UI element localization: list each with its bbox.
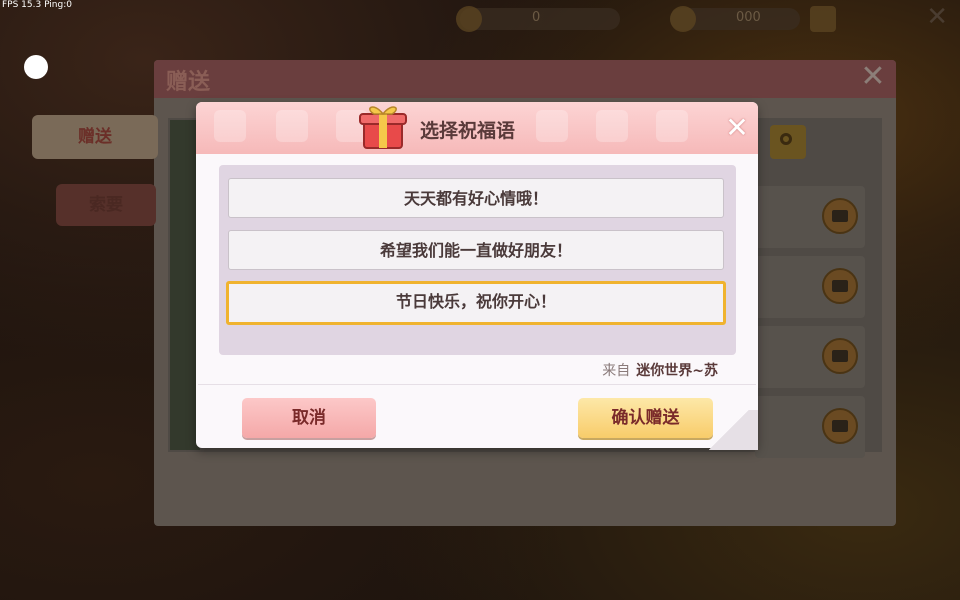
dialog-title: 选择祝福语 xyxy=(420,120,516,142)
gift-panel-header xyxy=(154,60,896,98)
send-gift-icon[interactable] xyxy=(822,268,858,304)
dialog-close-icon[interactable]: ✕ xyxy=(722,113,752,143)
gift-box-icon xyxy=(359,106,407,149)
currency-value-1: 0 xyxy=(532,10,541,25)
tab-give[interactable]: 赠送 xyxy=(32,115,158,159)
top-close-icon[interactable]: ✕ xyxy=(926,4,948,30)
search-icon[interactable] xyxy=(770,125,806,159)
dialog-divider xyxy=(198,384,756,385)
currency-value-2: 000 xyxy=(736,10,761,25)
from-name: 迷你世界~苏 xyxy=(636,363,718,379)
blessing-option-2[interactable]: 希望我们能一直做好朋友！ xyxy=(228,230,724,270)
cancel-button[interactable]: 取消 xyxy=(242,398,376,438)
add-icon[interactable] xyxy=(810,6,836,32)
fps-readout: FPS 15.3 Ping:0 xyxy=(2,0,72,10)
blessing-option-3[interactable]: 节日快乐，祝你开心！ xyxy=(226,281,726,325)
confirm-send-button[interactable]: 确认赠送 xyxy=(578,398,713,438)
coin-icon xyxy=(670,6,696,32)
gift-panel-close-icon[interactable]: ✕ xyxy=(856,60,890,94)
from-label: 来自 xyxy=(602,363,631,379)
gift-panel-title: 赠送 xyxy=(166,70,211,95)
tab-request[interactable]: 索要 xyxy=(56,184,156,226)
gem-icon xyxy=(456,6,482,32)
joystick-dot[interactable] xyxy=(24,55,48,79)
send-gift-icon[interactable] xyxy=(822,408,858,444)
from-line: 来自 迷你世界~苏 xyxy=(602,360,718,380)
blessing-option-1[interactable]: 天天都有好心情哦！ xyxy=(228,178,724,218)
send-gift-icon[interactable] xyxy=(822,198,858,234)
page-curl-decoration xyxy=(700,410,758,450)
send-gift-icon[interactable] xyxy=(822,338,858,374)
